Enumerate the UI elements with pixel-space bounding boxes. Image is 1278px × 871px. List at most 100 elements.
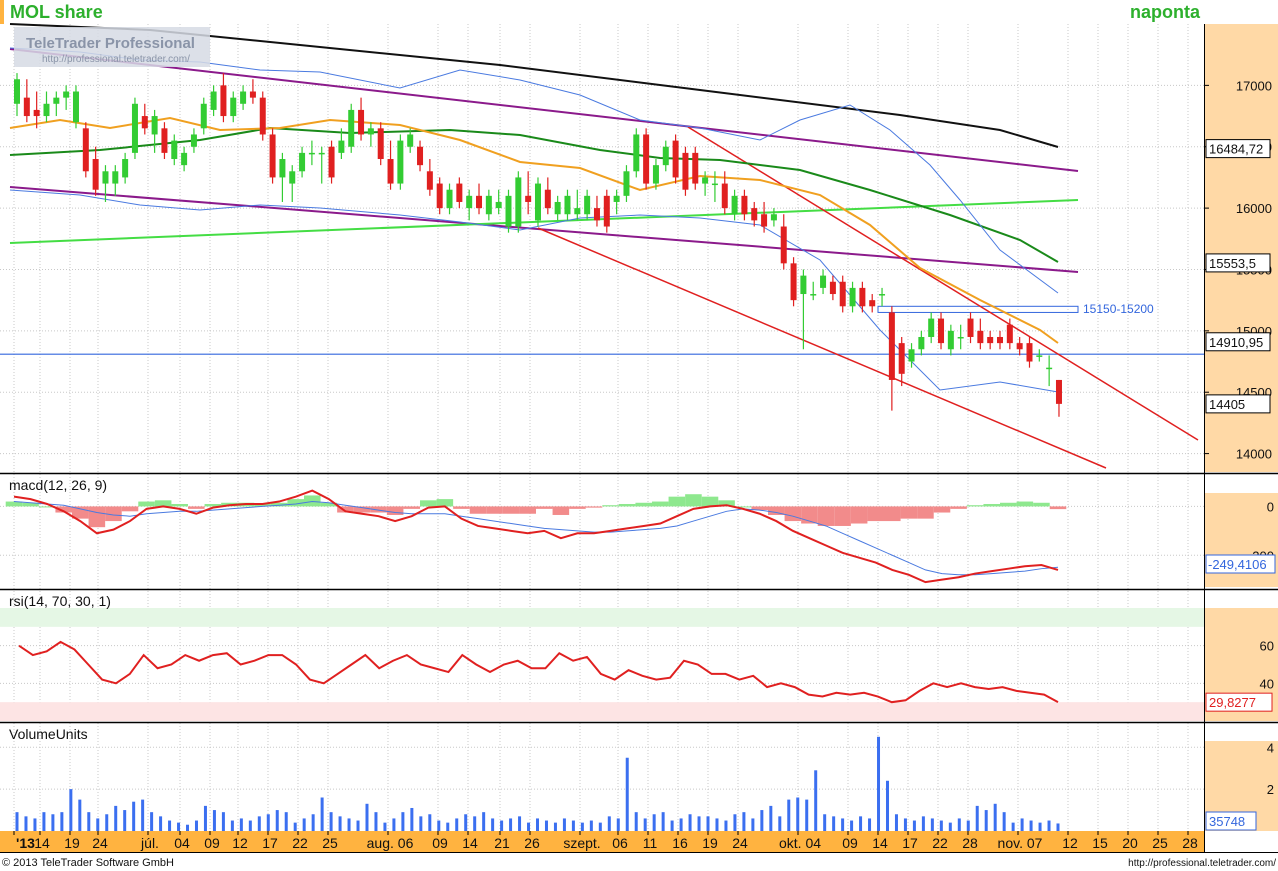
volume-bar (850, 820, 854, 831)
macd-histogram-bar (817, 506, 835, 526)
candle-body (849, 287, 856, 307)
watermark-text: TeleTrader Professional (26, 35, 195, 52)
volume-bar (177, 822, 181, 831)
candle-body (1046, 367, 1053, 370)
candle-body (171, 140, 178, 160)
volume-bar (966, 820, 970, 831)
candle-body (711, 183, 718, 186)
volume-bar (266, 814, 270, 831)
volume-bar (544, 820, 548, 831)
volume-bar (634, 812, 638, 831)
candle-body (387, 159, 394, 184)
chart-canvas[interactable]: 1400014500150001550016000165001700016484… (0, 0, 1278, 871)
macd-histogram-bar (950, 506, 967, 509)
candle-body (181, 152, 188, 166)
price-label: 14910,95 (1209, 335, 1263, 350)
volume-bar (194, 820, 198, 831)
volume-bar (948, 822, 952, 831)
volume-bar (1020, 818, 1024, 831)
macd-histogram-bar (536, 506, 553, 509)
macd-histogram-bar (502, 506, 520, 514)
candle-body (505, 195, 512, 227)
rsi-overbought-band (0, 608, 1204, 627)
candle-body (112, 171, 119, 184)
volume-bar (616, 818, 620, 831)
rsi-last-label: 29,8277 (1209, 695, 1256, 710)
macd-histogram-bar (701, 496, 719, 507)
candle-body (1026, 343, 1033, 362)
volume-bar (975, 805, 979, 831)
volume-bar (168, 820, 172, 831)
chart-title: MOL share (10, 2, 103, 22)
date-tick-label: 12 (232, 835, 248, 851)
volume-bar (78, 799, 82, 831)
candle-body (308, 152, 315, 155)
macd-histogram-bar (519, 506, 536, 514)
candle-body (190, 134, 197, 147)
candle-body (200, 103, 207, 129)
date-tick-label: 12 (1062, 835, 1078, 851)
candle-body (564, 195, 571, 215)
macd-histogram-bar (386, 506, 404, 515)
volume-bar (60, 812, 64, 831)
macd-histogram-bar (685, 494, 702, 507)
candle-body (358, 109, 365, 135)
candle-body (161, 128, 168, 153)
candle-body (210, 91, 217, 110)
macd-histogram-bar (171, 503, 188, 507)
macd-histogram-bar (900, 506, 918, 519)
macd-histogram-bar (453, 506, 470, 509)
candle-body (82, 128, 89, 172)
macd-histogram-bar (867, 506, 884, 522)
volume-bar (392, 818, 396, 831)
volume-bar (607, 816, 611, 831)
candle-body (859, 287, 866, 307)
volume-bar (455, 818, 459, 831)
volume-bar (437, 820, 441, 831)
date-tick-label: 28 (1182, 835, 1198, 851)
range-annotation: 15150-15200 (1083, 302, 1154, 316)
volume-bar (311, 814, 315, 831)
volume-bar (114, 805, 118, 831)
candle-body (643, 134, 650, 184)
date-tick-label: 11 (643, 835, 658, 851)
volume-bar (239, 818, 243, 831)
candle-body (997, 336, 1003, 344)
rsi-tick-label: 40 (1260, 676, 1274, 691)
candle-body (485, 195, 492, 215)
candle-body (407, 134, 414, 147)
macd-histogram-bar (652, 501, 669, 507)
volume-bar (374, 812, 378, 831)
volume-bar (625, 757, 629, 831)
volume-bar (742, 812, 746, 831)
candle-body (14, 79, 20, 104)
candle-body (1006, 324, 1013, 344)
macd-title: macd(12, 26, 9) (9, 477, 107, 493)
candle-body (967, 318, 974, 337)
volume-bar (553, 822, 557, 831)
macd-histogram-bar (966, 505, 984, 507)
volume-bar (805, 799, 809, 831)
volume-bar (500, 820, 504, 831)
volume-bar (186, 824, 190, 831)
volume-bar (105, 814, 109, 831)
date-tick-label: 06 (612, 835, 628, 851)
volume-bar (248, 820, 252, 831)
date-tick-label: szept. (563, 835, 600, 851)
volume-bar (778, 816, 782, 831)
date-tick-label: 17 (902, 835, 918, 851)
date-tick-label: nov. 07 (998, 835, 1043, 851)
date-tick-label: 20 (1122, 835, 1138, 851)
candle-body (151, 116, 158, 135)
candle-body (947, 330, 954, 350)
date-tick-label: 14 (34, 835, 50, 851)
volume-bar (993, 803, 997, 831)
candle-body (259, 97, 266, 135)
candle-body (662, 146, 669, 166)
date-tick-label: 17 (262, 835, 278, 851)
candle-body (102, 171, 109, 184)
candle-body (898, 343, 905, 374)
macd-tick-label: 0 (1267, 499, 1274, 514)
volume-bar (921, 816, 925, 831)
macd-histogram-bar (834, 506, 851, 526)
